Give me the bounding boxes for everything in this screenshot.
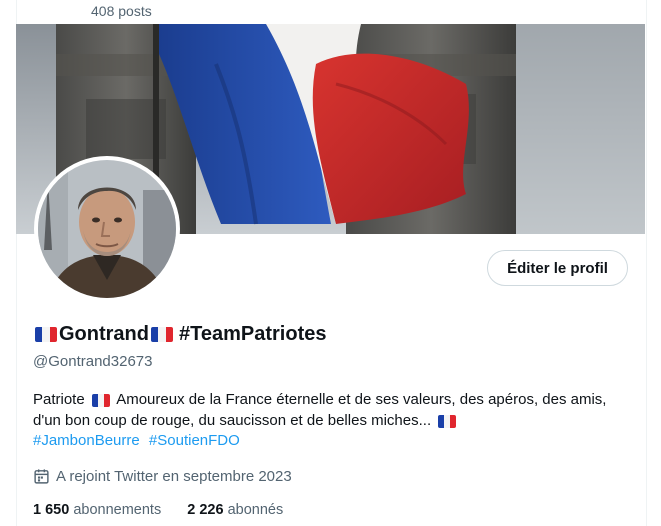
followers-link[interactable]: 2 226 abonnés: [187, 502, 283, 518]
following-count: 1 650: [33, 502, 70, 518]
followers-count: 2 226: [187, 502, 224, 518]
french-flag-icon: [35, 327, 57, 342]
edit-profile-button[interactable]: Éditer le profil: [487, 250, 628, 286]
hashtag-link[interactable]: #JambonBeurre: [33, 432, 140, 449]
following-label: abonnements: [73, 502, 162, 518]
french-flag-icon: [151, 327, 173, 342]
french-flag-icon: [91, 393, 110, 407]
french-flag-icon: [438, 414, 457, 428]
following-link[interactable]: 1 650 abonnements: [33, 502, 161, 518]
avatar-image: [38, 160, 176, 298]
bio-text-start: Patriote: [33, 391, 85, 408]
user-handle: @Gontrand32673: [33, 353, 153, 370]
join-date: A rejoint Twitter en septembre 2023: [33, 468, 292, 485]
join-date-text: A rejoint Twitter en septembre 2023: [56, 468, 292, 485]
bio-text: Amoureux de la France éternelle et de se…: [33, 391, 607, 429]
display-name-text: Gontrand: [59, 323, 149, 345]
bio: Patriote Amoureux de la France éternelle…: [33, 389, 623, 431]
display-name-hashtag: #TeamPatriotes: [179, 323, 327, 345]
bio-hashtags: #JambonBeurre #SoutienFDO: [33, 432, 240, 449]
hashtag-link[interactable]: #SoutienFDO: [149, 432, 240, 449]
avatar[interactable]: [34, 156, 180, 302]
followers-label: abonnés: [227, 502, 284, 518]
display-name: Gontrand #TeamPatriotes: [33, 323, 326, 346]
follow-stats: 1 650 abonnements 2 226 abonnés: [33, 502, 305, 518]
posts-count: 408 posts: [91, 3, 152, 19]
calendar-icon: [34, 469, 49, 484]
